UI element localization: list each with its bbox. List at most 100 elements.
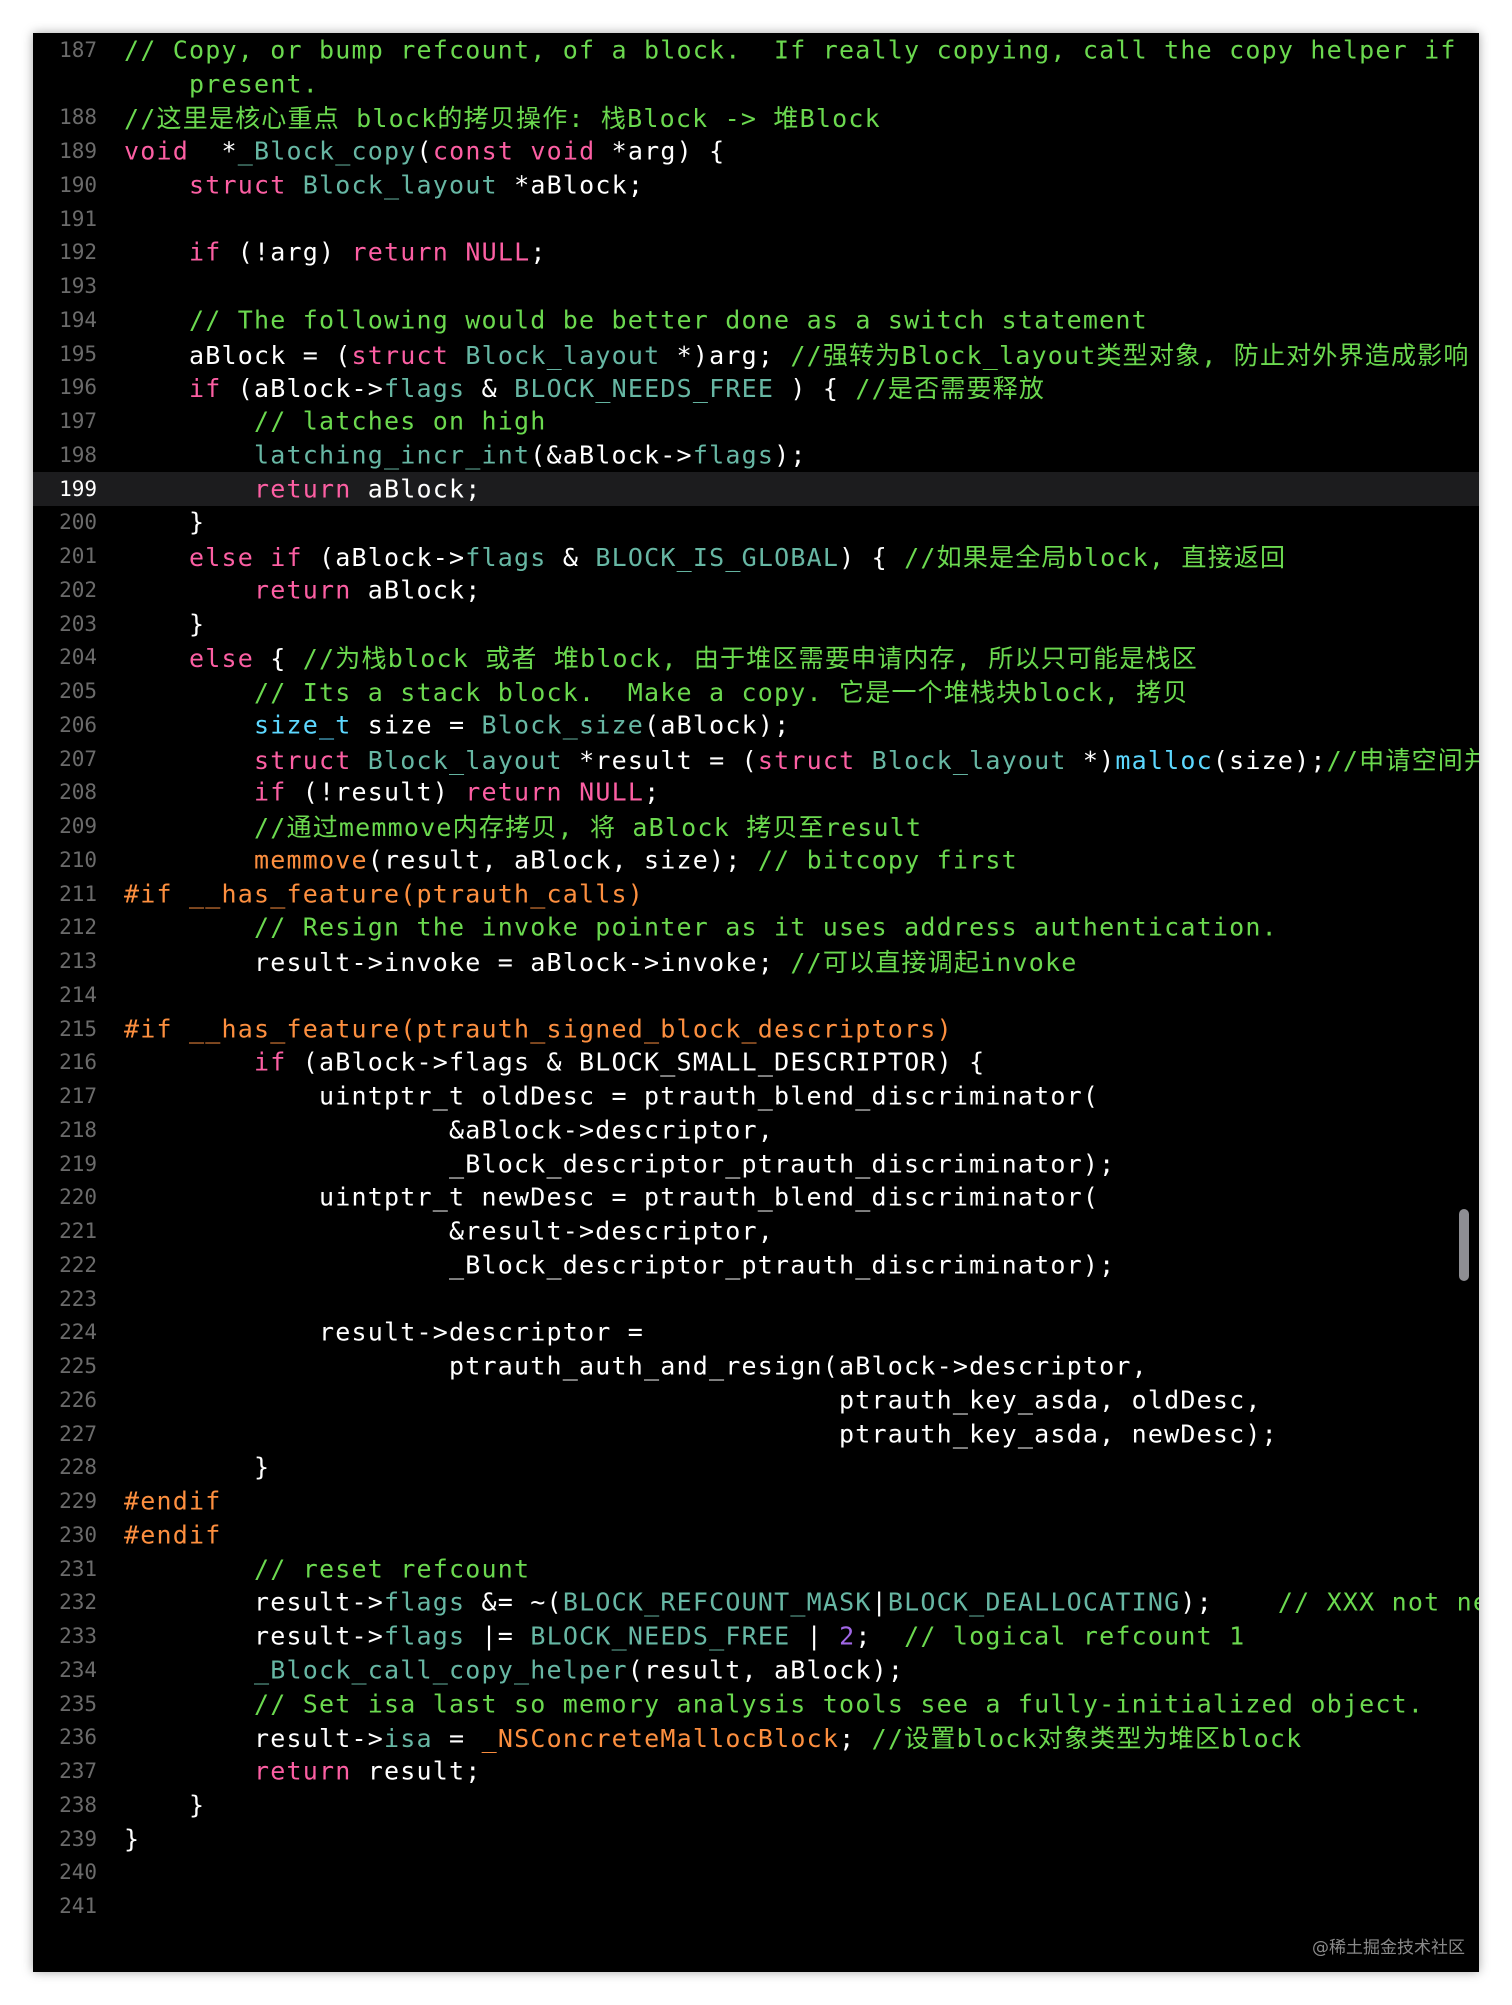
code-line[interactable]: 200 } xyxy=(33,506,1479,540)
code-line[interactable]: 224 result->descriptor = xyxy=(33,1316,1479,1350)
code-line[interactable]: 187 // Copy, or bump refcount, of a block… xyxy=(33,33,1479,67)
code-text: } xyxy=(124,508,205,537)
code-line[interactable]: 199 return aBlock; xyxy=(33,471,1479,506)
code-line[interactable]: 223 xyxy=(33,1282,1479,1316)
code-token: result-> xyxy=(124,1724,385,1754)
code-line[interactable]: 191 xyxy=(33,202,1479,236)
code-token: (size); xyxy=(1212,745,1327,775)
line-number: 225 xyxy=(59,1354,97,1379)
code-text: #endif xyxy=(124,1487,222,1516)
code-line[interactable]: 240 xyxy=(33,1856,1479,1890)
code-line[interactable]: 221 &result->descriptor, xyxy=(33,1214,1479,1248)
code-text: result->isa = _NSConcreteMallocBlock; //… xyxy=(124,1719,1302,1755)
code-line[interactable]: 198 latching_incr_int(&aBlock->flags); xyxy=(33,438,1479,472)
code-token: //是否需要释放 xyxy=(855,374,1046,404)
code-text: // Its a stack block. Make a copy. 它是一个堆… xyxy=(124,673,1189,709)
code-token: *arg) { xyxy=(595,136,726,166)
vertical-scrollbar[interactable] xyxy=(1459,1209,1469,1281)
code-line[interactable]: 241 xyxy=(33,1889,1479,1923)
code-line[interactable]: 214 xyxy=(33,978,1479,1012)
line-number: 228 xyxy=(59,1455,97,1480)
code-line[interactable]: 204 else { //为栈block 或者 堆block, 由于堆区需要申请… xyxy=(33,641,1479,675)
code-token: & xyxy=(465,374,515,404)
code-line[interactable]: 220 uintptr_t newDesc = ptrauth_blend_di… xyxy=(33,1181,1479,1215)
code-line[interactable]: 197 // latches on high xyxy=(33,404,1479,438)
code-line[interactable]: 217 uintptr_t oldDesc = ptrauth_blend_di… xyxy=(33,1079,1479,1113)
code-line[interactable]: 190 struct Block_layout *aBlock; xyxy=(33,168,1479,202)
line-number: 203 xyxy=(59,611,97,636)
code-line[interactable]: 228 } xyxy=(33,1451,1479,1485)
code-line[interactable]: 202 return aBlock; xyxy=(33,573,1479,607)
code-line[interactable]: 208 if (!result) return NULL; xyxy=(33,776,1479,810)
code-line[interactable]: 207 struct Block_layout *result = (struc… xyxy=(33,742,1479,776)
code-line[interactable]: 222 _Block_descriptor_ptrauth_discrimina… xyxy=(33,1248,1479,1282)
code-line[interactable]: present. xyxy=(33,67,1479,101)
code-line[interactable]: 196 if (aBlock->flags & BLOCK_NEEDS_FREE… xyxy=(33,371,1479,405)
code-line[interactable]: 215 #if __has_feature(ptrauth_signed_bloc… xyxy=(33,1012,1479,1046)
code-line[interactable]: 213 result->invoke = aBlock->invoke; //可… xyxy=(33,944,1479,978)
code-line[interactable]: 211 #if __has_feature(ptrauth_calls) xyxy=(33,877,1479,911)
code-token: Block_layout xyxy=(302,170,498,200)
code-line[interactable]: 227 ptrauth_key_asda, newDesc); xyxy=(33,1417,1479,1451)
code-line[interactable]: 192 if (!arg) return NULL; xyxy=(33,236,1479,270)
line-number: 189 xyxy=(59,139,97,164)
code-line[interactable]: 237 return result; xyxy=(33,1754,1479,1788)
code-token: //这里是核心重点 block的拷贝操作: 栈Block -> 堆Block xyxy=(124,104,881,134)
code-line[interactable]: 232 result->flags &= ~(BLOCK_REFCOUNT_MA… xyxy=(33,1586,1479,1620)
code-line[interactable]: 236 result->isa = _NSConcreteMallocBlock… xyxy=(33,1721,1479,1755)
code-text: ptrauth_key_asda, newDesc); xyxy=(124,1419,1278,1448)
code-line[interactable]: 210 memmove(result, aBlock, size); // bi… xyxy=(33,843,1479,877)
code-token: (aBlock->flags & BLOCK_SMALL_DESCRIPTOR)… xyxy=(286,1047,986,1077)
code-line[interactable]: 229 #endif xyxy=(33,1484,1479,1518)
code-line[interactable]: 225 ptrauth_auth_and_resign(aBlock->desc… xyxy=(33,1349,1479,1383)
code-token: result-> xyxy=(124,1621,385,1651)
code-line[interactable]: 233 result->flags |= BLOCK_NEEDS_FREE | … xyxy=(33,1619,1479,1653)
code-token: BLOCK_DEALLOCATING xyxy=(887,1587,1181,1617)
code-line[interactable]: 219 _Block_descriptor_ptrauth_discrimina… xyxy=(33,1147,1479,1181)
code-token: BLOCK_NEEDS_FREE xyxy=(530,1621,791,1651)
code-token: return xyxy=(254,1756,352,1786)
line-number: 221 xyxy=(59,1219,97,1244)
code-line[interactable]: 239} xyxy=(33,1822,1479,1856)
code-line[interactable]: 230 #endif xyxy=(33,1518,1479,1552)
code-line[interactable]: 188 //这里是核心重点 block的拷贝操作: 栈Block -> 堆Bloc… xyxy=(33,101,1479,135)
line-number: 237 xyxy=(59,1759,97,1784)
code-line[interactable]: 201 else if (aBlock->flags & BLOCK_IS_GL… xyxy=(33,539,1479,573)
code-line[interactable]: 195 aBlock = (struct Block_layout *)arg;… xyxy=(33,337,1479,371)
code-line[interactable]: 216 if (aBlock->flags & BLOCK_SMALL_DESC… xyxy=(33,1046,1479,1080)
code-token: //为栈block 或者 堆block, 由于堆区需要申请内存, 所以只可能是栈… xyxy=(302,644,1198,674)
code-token: if xyxy=(189,237,222,267)
line-number: 227 xyxy=(59,1421,97,1446)
code-token: //强转为Block_layout类型对象, 防止对外界造成影响 xyxy=(790,340,1470,370)
code-line[interactable]: 203 } xyxy=(33,607,1479,641)
code-line[interactable]: 206 size_t size = Block_size(aBlock); xyxy=(33,708,1479,742)
line-number: 204 xyxy=(59,645,97,670)
code-token: _NSConcreteMallocBlock xyxy=(481,1724,840,1754)
code-line[interactable]: 235 // Set isa last so memory analysis t… xyxy=(33,1687,1479,1721)
code-line[interactable]: 209 //通过memmove内存拷贝, 将 aBlock 拷贝至result xyxy=(33,809,1479,843)
code-line[interactable]: 218 &aBlock->descriptor, xyxy=(33,1113,1479,1147)
code-line[interactable]: 205 // Its a stack block. Make a copy. 它… xyxy=(33,674,1479,708)
code-token: else if xyxy=(189,543,303,573)
code-line[interactable]: 212 // Resign the invoke pointer as it u… xyxy=(33,911,1479,945)
code-token: size_t xyxy=(254,710,352,740)
code-token: flags xyxy=(692,440,775,470)
line-number: 188 xyxy=(59,105,97,130)
code-view[interactable]: 187 // Copy, or bump refcount, of a block… xyxy=(33,33,1479,1923)
code-line[interactable]: 194 // The following would be better don… xyxy=(33,303,1479,337)
code-line[interactable]: 231 // reset refcount xyxy=(33,1552,1479,1586)
code-token: struct xyxy=(757,745,856,775)
code-token: memmove xyxy=(254,845,368,875)
code-token: //可以直接调起invoke xyxy=(790,948,1078,978)
code-line[interactable]: 234 _Block_call_copy_helper(result, aBlo… xyxy=(33,1653,1479,1687)
code-line[interactable]: 193 xyxy=(33,269,1479,303)
code-token: *result = ( xyxy=(562,745,758,775)
code-token: * xyxy=(189,136,238,166)
code-line[interactable]: 189 void *_Block_copy(const void *arg) { xyxy=(33,134,1479,168)
code-token: aBlock; xyxy=(351,575,482,605)
code-line[interactable]: 226 ptrauth_key_asda, oldDesc, xyxy=(33,1383,1479,1417)
code-line[interactable]: 238 } xyxy=(33,1788,1479,1822)
